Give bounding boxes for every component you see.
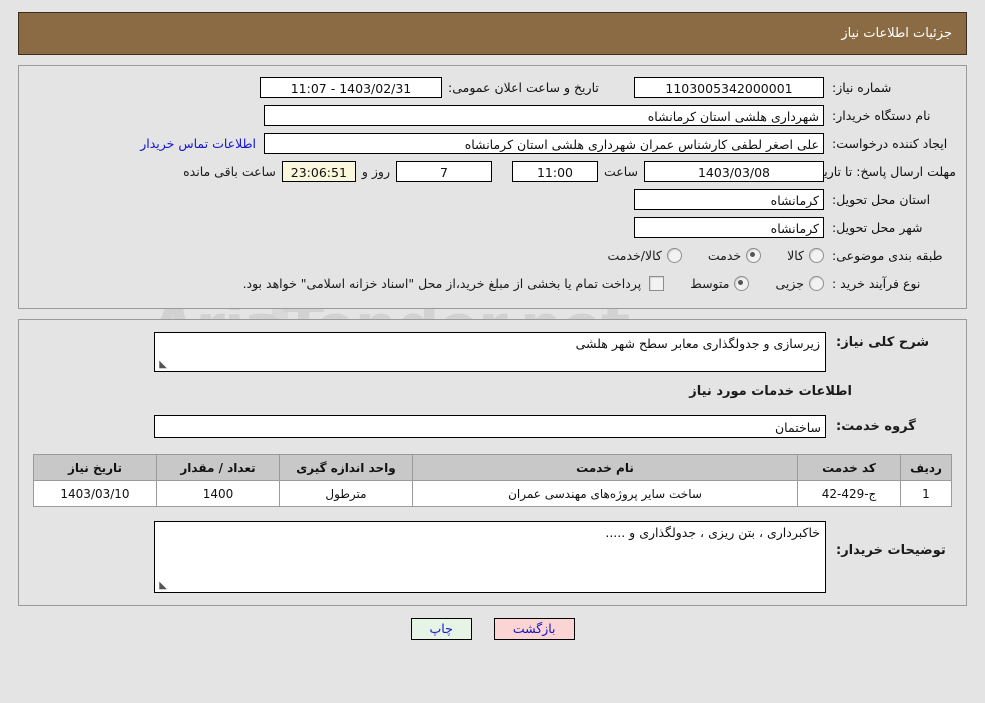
service-group-field[interactable]: ساختمان xyxy=(154,415,826,438)
countdown-timer: 23:06:51 xyxy=(281,161,356,182)
radio-category-service[interactable]: خدمت xyxy=(707,248,762,263)
radio-process-medium-dot[interactable] xyxy=(734,276,750,291)
row-deadline: مهلت ارسال پاسخ: تا تاریخ: 1403/03/08 سا… xyxy=(29,158,956,185)
resize-grip-icon[interactable]: ◣ xyxy=(157,360,167,370)
radio-category-goods-service-dot[interactable] xyxy=(666,248,682,263)
need-info-panel: شماره نیاز: 1103005342000001 تاریخ و ساع… xyxy=(18,65,967,309)
page-title: جزئیات اطلاعات نیاز xyxy=(841,26,952,41)
services-table-wrapper: ردیف کد خدمت نام خدمت واحد اندازه گیری ت… xyxy=(29,454,956,507)
table-row: 1 ج-429-42 ساخت سایر پروژه‌های مهندسی عم… xyxy=(33,480,952,507)
province-label: استان محل تحویل: xyxy=(832,192,931,207)
row-province: استان محل تحویل: کرمانشاه xyxy=(29,186,956,213)
creator-field[interactable]: علی اصغر لطفی کارشناس عمران شهرداری هلشی… xyxy=(264,133,824,154)
radio-category-service-dot[interactable] xyxy=(746,248,762,263)
table-header-row: ردیف کد خدمت نام خدمت واحد اندازه گیری ت… xyxy=(33,454,952,481)
cell-service-name: ساخت سایر پروژه‌های مهندسی عمران xyxy=(412,480,798,507)
general-description-textarea[interactable]: زیرسازی و جدولگذاری معابر سطح شهر هلشی ◣ xyxy=(154,332,826,372)
radio-process-minor[interactable]: جزیی xyxy=(775,276,824,291)
page-root: جزئیات اطلاعات نیاز شماره نیاز: 11030053… xyxy=(0,12,985,640)
row-creator: ایجاد کننده درخواست: علی اصغر لطفی کارشن… xyxy=(29,130,956,157)
creator-label: ایجاد کننده درخواست: xyxy=(832,136,948,151)
deadline-label: مهلت ارسال پاسخ: تا تاریخ: xyxy=(811,163,956,179)
buyer-notes-textarea[interactable]: خاکبرداری ، بتن ریزی ، جدولگذاری و .....… xyxy=(154,521,826,593)
radio-category-goods[interactable]: کالا xyxy=(787,248,824,263)
city-field[interactable]: کرمانشاه xyxy=(634,217,824,238)
radio-process-medium-label: متوسط xyxy=(690,276,730,291)
province-field[interactable]: کرمانشاه xyxy=(634,189,824,210)
buyer-notes-value: خاکبرداری ، بتن ریزی ، جدولگذاری و ..... xyxy=(605,525,820,540)
radio-category-goods-label: کالا xyxy=(787,248,804,263)
row-buyer-notes: توضیحات خریدار: خاکبرداری ، بتن ریزی ، ج… xyxy=(29,521,956,595)
row-service-group: گروه خدمت: ساختمان xyxy=(29,415,956,438)
service-group-label: گروه خدمت: xyxy=(836,419,916,434)
radio-category-goods-service-label: کالا/خدمت xyxy=(607,248,662,263)
radio-process-medium[interactable]: متوسط xyxy=(690,276,750,291)
row-city: شهر محل تحویل: کرمانشاه xyxy=(29,214,956,241)
cell-need-date: 1403/03/10 xyxy=(33,480,157,507)
buyer-org-field[interactable]: شهرداری هلشی استان کرمانشاه xyxy=(264,105,824,126)
radio-category-service-label: خدمت xyxy=(707,248,742,263)
col-need-date: تاریخ نیاز xyxy=(33,454,157,481)
footer-button-bar: بازگشت چاپ xyxy=(0,618,985,640)
col-quantity: تعداد / مقدار xyxy=(156,454,280,481)
treasury-bonds-checkbox[interactable] xyxy=(649,276,665,291)
col-unit: واحد اندازه گیری xyxy=(279,454,413,481)
resize-grip-icon-notes[interactable]: ◣ xyxy=(157,581,167,591)
radio-process-minor-label: جزیی xyxy=(775,276,804,291)
cell-service-code: ج-429-42 xyxy=(797,480,901,507)
col-service-code: کد خدمت xyxy=(797,454,901,481)
radio-category-goods-service[interactable]: کالا/خدمت xyxy=(607,248,682,263)
category-label: طبقه بندی موضوعی: xyxy=(832,248,943,263)
service-details-panel: شرح کلی نیاز: زیرسازی و جدولگذاری معابر … xyxy=(18,319,967,606)
treasury-bonds-note: پرداخت تمام یا بخشی از مبلغ خرید،از محل … xyxy=(242,276,642,291)
general-description-label: شرح کلی نیاز: xyxy=(836,335,930,350)
row-category: طبقه بندی موضوعی: کالا خدمت کالا/خدمت xyxy=(29,242,956,269)
radio-process-minor-dot[interactable] xyxy=(809,276,824,291)
cell-unit: مترطول xyxy=(279,480,413,507)
row-need-number: شماره نیاز: 1103005342000001 تاریخ و ساع… xyxy=(29,74,956,101)
row-general-description: شرح کلی نیاز: زیرسازی و جدولگذاری معابر … xyxy=(29,332,956,372)
general-description-value: زیرسازی و جدولگذاری معابر سطح شهر هلشی xyxy=(575,336,820,351)
cell-quantity: 1400 xyxy=(156,480,280,507)
print-button[interactable]: چاپ xyxy=(410,618,472,640)
remaining-days-field[interactable]: 7 xyxy=(395,161,492,182)
buyer-contact-link[interactable]: اطلاعات تماس خریدار xyxy=(132,136,264,151)
cell-row-no: 1 xyxy=(900,480,952,507)
services-table: ردیف کد خدمت نام خدمت واحد اندازه گیری ت… xyxy=(33,454,952,507)
buyer-org-label: نام دستگاه خریدار: xyxy=(832,108,931,123)
days-word-label: روز و xyxy=(361,164,390,179)
announce-datetime-field[interactable]: 1403/02/31 - 11:07 xyxy=(260,77,442,98)
buyer-notes-label: توضیحات خریدار: xyxy=(836,543,946,558)
need-number-field[interactable]: 1103005342000001 xyxy=(634,77,824,98)
row-buyer-org: نام دستگاه خریدار: شهرداری هلشی استان کر… xyxy=(29,102,956,129)
hour-word-label: ساعت xyxy=(603,164,638,179)
need-number-label: شماره نیاز: xyxy=(832,80,892,95)
row-process-type: نوع فرآیند خرید : جزیی متوسط پرداخت تمام… xyxy=(29,270,956,297)
window-titlebar: جزئیات اطلاعات نیاز xyxy=(18,12,967,55)
back-button[interactable]: بازگشت xyxy=(493,618,575,640)
radio-category-goods-dot[interactable] xyxy=(809,248,824,263)
remaining-word-label: ساعت باقی مانده xyxy=(183,164,276,179)
announce-datetime-label: تاریخ و ساعت اعلان عمومی: xyxy=(448,80,599,95)
col-row-no: ردیف xyxy=(900,454,952,481)
city-label: شهر محل تحویل: xyxy=(832,220,923,235)
process-type-label: نوع فرآیند خرید : xyxy=(832,276,921,291)
deadline-date-field[interactable]: 1403/03/08 xyxy=(644,161,824,182)
deadline-time-field[interactable]: 11:00 xyxy=(511,161,598,182)
services-section-title: اطلاعات خدمات مورد نیاز xyxy=(689,384,852,399)
col-service-name: نام خدمت xyxy=(412,454,798,481)
